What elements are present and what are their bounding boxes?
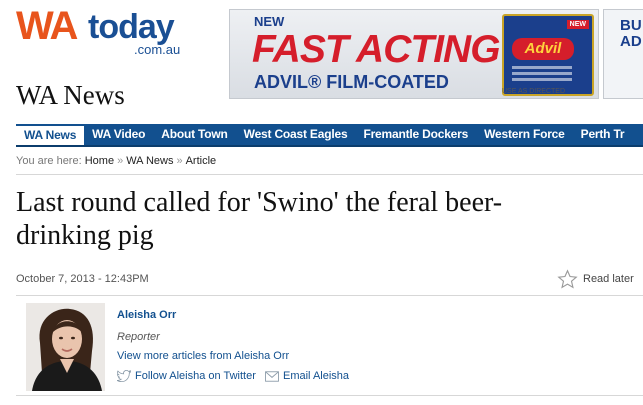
breadcrumb-home[interactable]: Home — [85, 155, 114, 167]
ad-product-box: NEW Advil — [502, 14, 594, 96]
nav-item-west-coast-eagles[interactable]: West Coast Eagles — [236, 124, 356, 145]
nav-item-fremantle-dockers[interactable]: Fremantle Dockers — [355, 124, 476, 145]
site-logo[interactable]: WA today .com.au — [16, 4, 196, 57]
breadcrumb-wa-news[interactable]: WA News — [126, 155, 173, 167]
ad-box-text-lines — [512, 66, 572, 69]
breadcrumb-separator: » — [117, 155, 124, 167]
twitter-bird-icon — [117, 370, 131, 382]
advertisement-side[interactable]: BU AD — [603, 9, 643, 99]
envelope-icon — [265, 370, 279, 382]
author-role: Reporter — [117, 331, 160, 343]
author-photo — [26, 303, 105, 391]
section-title: WA News — [16, 80, 125, 110]
ad-box-brand: Advil — [512, 38, 574, 60]
divider — [16, 395, 643, 396]
logo-wa-text: WA — [16, 4, 78, 48]
ad-side-text: BU AD — [620, 17, 642, 50]
nav-item-western-force[interactable]: Western Force — [476, 124, 573, 145]
article-headline: Last round called for 'Swino' the feral … — [16, 187, 503, 251]
breadcrumb-article: Article — [185, 155, 217, 167]
author-portrait-image — [26, 303, 105, 391]
breadcrumb-prefix: You are here: — [16, 155, 82, 167]
email-author-label: Email Aleisha — [283, 370, 350, 382]
email-author-link[interactable]: Email Aleisha — [265, 370, 349, 382]
read-later-label: Read later — [583, 273, 634, 285]
ad-new-label: NEW — [254, 14, 285, 29]
ad-subline: ADVIL® FILM-COATED — [254, 72, 449, 92]
nav-item-wa-news[interactable]: WA News — [16, 124, 85, 145]
follow-twitter-label: Follow Aleisha on Twitter — [135, 370, 256, 382]
divider — [16, 295, 643, 296]
main-nav: WA News WA Video About Town West Coast E… — [16, 124, 643, 147]
ad-headline: FAST ACTING — [252, 28, 501, 71]
ad-caption: USE AS DIRECTED — [502, 88, 566, 95]
advertisement-banner[interactable]: NEW FAST ACTING ADVIL® FILM-COATED NEW A… — [229, 9, 599, 99]
nav-item-perth-tr[interactable]: Perth Tr — [573, 124, 633, 145]
ad-box-new-label: NEW — [566, 20, 589, 29]
nav-item-wa-video[interactable]: WA Video — [84, 124, 153, 145]
author-more-articles-link[interactable]: View more articles from Aleisha Orr — [117, 350, 289, 362]
breadcrumb: You are here: Home» WA News» Article — [16, 155, 216, 167]
divider — [16, 174, 643, 175]
star-icon — [557, 268, 578, 289]
article-dateline: October 7, 2013 - 12:43PM — [16, 273, 149, 285]
breadcrumb-separator: » — [176, 155, 183, 167]
logo-domain-text: .com.au — [134, 42, 181, 57]
follow-twitter-link[interactable]: Follow Aleisha on Twitter — [117, 370, 256, 382]
read-later-button[interactable]: Read later — [557, 268, 634, 290]
author-name[interactable]: Aleisha Orr — [117, 309, 176, 321]
nav-item-about-town[interactable]: About Town — [153, 124, 235, 145]
